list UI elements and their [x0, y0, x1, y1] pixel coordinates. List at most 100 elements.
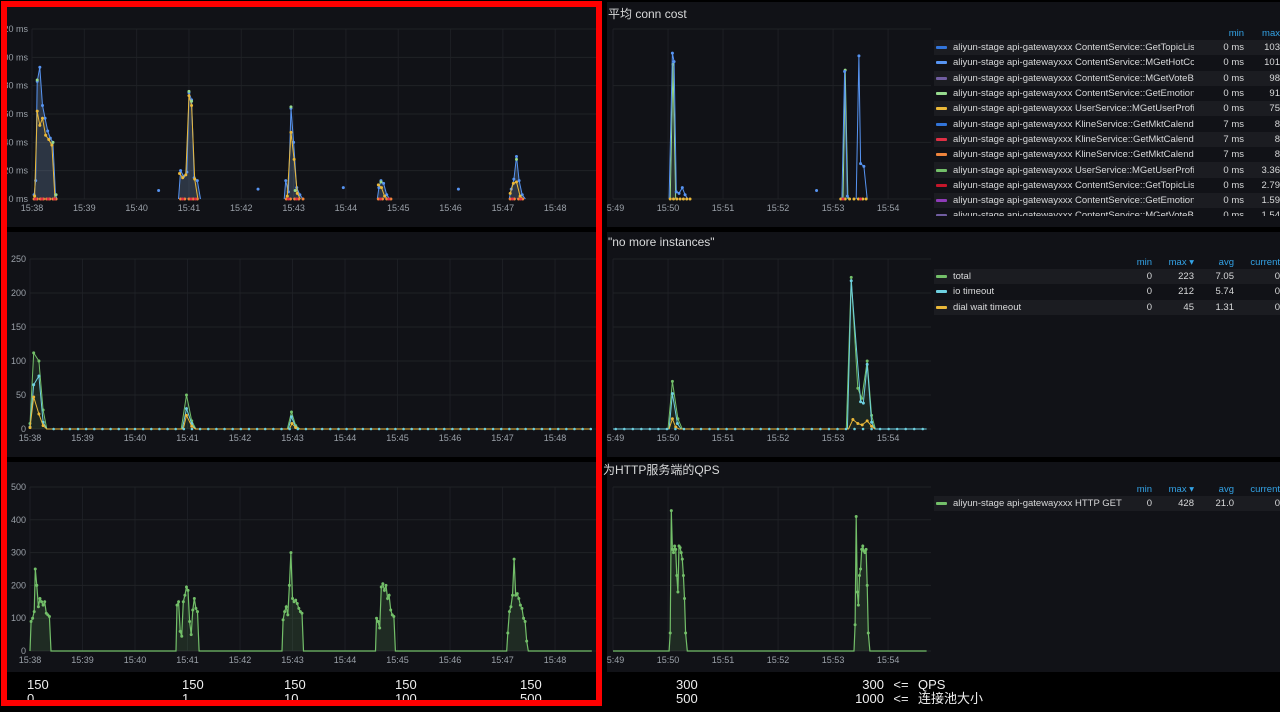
- series-point: [37, 413, 40, 416]
- legend-series-label[interactable]: io timeout: [953, 286, 1122, 297]
- legend-value-min: 0: [1122, 498, 1152, 509]
- series-point: [516, 592, 519, 595]
- timeseries-no-more-instances-right[interactable]: 15:4915:5015:5115:5215:5315:54: [607, 232, 937, 457]
- legend-row[interactable]: aliyun-stage api-gatewayxxx ContentServi…: [934, 55, 1280, 70]
- series-point: [682, 574, 685, 577]
- baseline-dot: [378, 428, 381, 431]
- x-tick-label: 15:42: [229, 655, 252, 665]
- y-tick-label: 0: [21, 424, 26, 434]
- baseline-dot: [451, 428, 454, 431]
- legend-row[interactable]: aliyun-stage api-gatewayxxx HTTP GET /v1…: [934, 496, 1280, 511]
- footer-qps-pool-pair: 150 500: [520, 678, 542, 706]
- timeseries-qps-left[interactable]: 15:3815:3915:4015:4115:4215:4315:4415:45…: [2, 462, 600, 672]
- legend-series-label[interactable]: aliyun-stage api-gatewayxxx ContentServi…: [953, 42, 1194, 53]
- legend-series-label[interactable]: aliyun-stage api-gatewayxxx UserService:…: [953, 165, 1194, 176]
- x-tick-label: 15:38: [19, 433, 42, 443]
- y-tick-label: 100 ms: [2, 52, 28, 62]
- series-point: [41, 117, 44, 120]
- legend-series-label[interactable]: aliyun-stage api-gatewayxxx ContentServi…: [953, 88, 1194, 99]
- legend-row[interactable]: aliyun-stage api-gatewayxxx ContentServi…: [934, 193, 1280, 208]
- legend-row[interactable]: aliyun-stage api-gatewayxxx ContentServi…: [934, 40, 1280, 55]
- marker-dot: [519, 198, 522, 201]
- legend-row[interactable]: aliyun-stage api-gatewayxxx UserService:…: [934, 101, 1280, 116]
- baseline-dot: [313, 428, 316, 431]
- legend-header-avg[interactable]: avg: [1194, 257, 1234, 268]
- legend-header-avg[interactable]: avg: [1194, 484, 1234, 495]
- series-color-swatch-icon: [936, 92, 947, 95]
- series-point: [679, 546, 682, 549]
- legend-row[interactable]: aliyun-stage api-gatewayxxx ContentServi…: [934, 178, 1280, 193]
- legend-series-label[interactable]: aliyun-stage api-gatewayxxx ContentServi…: [953, 195, 1194, 206]
- legend-series-label[interactable]: aliyun-stage api-gatewayxxx HTTP GET /v1…: [953, 498, 1122, 509]
- legend-header-max[interactable]: max ▾: [1152, 257, 1194, 268]
- series-point: [42, 604, 45, 607]
- legend-series-label[interactable]: aliyun-stage api-gatewayxxx KlineService…: [953, 149, 1194, 160]
- series-point: [290, 411, 293, 414]
- legend-row[interactable]: aliyun-stage api-gatewayxxx KlineService…: [934, 147, 1280, 162]
- legend-row[interactable]: dial wait timeout0451.310: [934, 300, 1280, 315]
- legend-value-max: 428: [1152, 498, 1194, 509]
- legend-header-max[interactable]: max: [1244, 28, 1280, 39]
- panel-title-conn-cost[interactable]: 平均 conn cost: [608, 5, 687, 22]
- marker-dot: [302, 198, 305, 201]
- legend-row[interactable]: aliyun-stage api-gatewayxxx KlineService…: [934, 116, 1280, 131]
- x-tick-label: 15:53: [822, 655, 845, 665]
- panel-title-qps[interactable]: 作为HTTP服务端的QPS: [598, 461, 720, 478]
- series-color-swatch-icon: [936, 275, 947, 278]
- legend-series-label[interactable]: aliyun-stage api-gatewayxxx ContentServi…: [953, 180, 1194, 191]
- baseline-dot: [101, 428, 104, 431]
- series-point: [383, 589, 386, 592]
- legend-row[interactable]: aliyun-stage api-gatewayxxx KlineService…: [934, 132, 1280, 147]
- legend-row[interactable]: aliyun-stage api-gatewayxxx ContentServi…: [934, 86, 1280, 101]
- timeseries-conn-cost-left[interactable]: 15:3815:3915:4015:4115:4215:4315:4415:45…: [2, 2, 600, 227]
- legend-series-label[interactable]: aliyun-stage api-gatewayxxx KlineService…: [953, 119, 1194, 130]
- legend-header-current[interactable]: current: [1234, 257, 1280, 268]
- timeseries-conn-cost-right[interactable]: 15:4915:5015:5115:5215:5315:54: [607, 2, 937, 227]
- series-point: [44, 117, 47, 120]
- legend-value-max: 212: [1152, 286, 1194, 297]
- legend-series-label[interactable]: aliyun-stage api-gatewayxxx ContentServi…: [953, 210, 1194, 216]
- legend-row[interactable]: aliyun-stage api-gatewayxxx ContentServi…: [934, 71, 1280, 86]
- marker-dot: [865, 198, 868, 201]
- series-line: [669, 419, 875, 429]
- series-point: [508, 610, 511, 613]
- panel-title-no-more-instances[interactable]: "no more instances": [608, 235, 715, 249]
- legend-row[interactable]: total02237.050: [934, 269, 1280, 284]
- baseline-dot: [614, 428, 617, 431]
- series-point: [866, 360, 869, 363]
- legend-header-max[interactable]: max ▾: [1152, 484, 1194, 495]
- legend-series-label[interactable]: aliyun-stage api-gatewayxxx ContentServi…: [953, 57, 1194, 68]
- baseline-dot: [532, 428, 535, 431]
- series-point: [285, 605, 288, 608]
- timeseries-qps-right[interactable]: 15:4915:5015:5115:5215:5315:54: [607, 462, 937, 672]
- series-point: [671, 417, 674, 420]
- x-tick-label: 15:54: [877, 433, 900, 443]
- legend-header-min[interactable]: min: [1194, 28, 1244, 39]
- legend-header-min[interactable]: min: [1122, 257, 1152, 268]
- legend-series-label[interactable]: aliyun-stage api-gatewayxxx UserService:…: [953, 103, 1194, 114]
- legend-series-label[interactable]: aliyun-stage api-gatewayxxx ContentServi…: [953, 73, 1194, 84]
- legend-header-min[interactable]: min: [1122, 484, 1152, 495]
- legend-header-current[interactable]: current: [1234, 484, 1280, 495]
- marker-dot: [815, 189, 818, 192]
- baseline-dot: [85, 428, 88, 431]
- series-point: [859, 162, 862, 165]
- y-tick-label: 200: [11, 288, 26, 298]
- legend-series-label[interactable]: aliyun-stage api-gatewayxxx KlineService…: [953, 134, 1194, 145]
- legend-series-label[interactable]: total: [953, 271, 1122, 282]
- series-color-swatch-icon: [936, 107, 947, 110]
- baseline-dot: [362, 428, 365, 431]
- baseline-dot: [870, 428, 873, 431]
- timeseries-no-more-instances-left[interactable]: 15:3815:3915:4015:4115:4215:4315:4415:45…: [2, 232, 600, 457]
- legend-series-label[interactable]: dial wait timeout: [953, 302, 1122, 313]
- x-tick-label: 15:50: [657, 655, 680, 665]
- baseline-dot: [524, 428, 527, 431]
- x-tick-label: 15:41: [176, 655, 199, 665]
- legend-row[interactable]: aliyun-stage api-gatewayxxx ContentServi…: [934, 208, 1280, 216]
- legend-row[interactable]: io timeout02125.740: [934, 284, 1280, 299]
- baseline-dot: [836, 428, 839, 431]
- legend-row[interactable]: aliyun-stage api-gatewayxxx UserService:…: [934, 162, 1280, 177]
- baseline-dot: [150, 428, 153, 431]
- series-point: [867, 631, 870, 634]
- baseline-dot: [476, 428, 479, 431]
